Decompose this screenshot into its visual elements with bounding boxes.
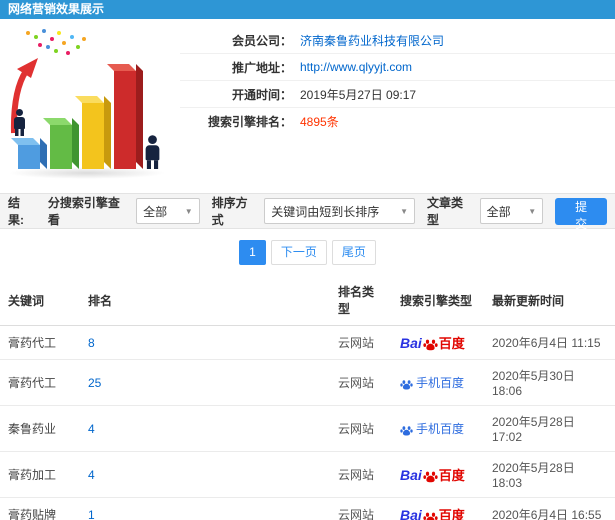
- keyword-cell: 膏药贴牌: [0, 497, 80, 520]
- chart-bar-green: [50, 125, 72, 169]
- engine-rank-row: 搜索引擎排名： 4895条: [180, 108, 615, 135]
- mobile-baidu-label: 手机百度: [400, 376, 464, 390]
- result-label: 结果:: [8, 196, 24, 227]
- filter-bar: 结果: 分搜索引擎查看 全部 ▼ 排序方式 关键词由短到长排序 ▼ 文章类型 全…: [0, 193, 615, 231]
- confetti-dots: [26, 31, 30, 35]
- type-filter-value: 全部: [486, 204, 511, 219]
- chevron-down-icon: ▼: [400, 206, 409, 216]
- mobile-baidu-label: 手机百度: [400, 422, 464, 436]
- paw-icon: [423, 337, 438, 352]
- engine-rank-label: 搜索引擎排名：: [207, 115, 292, 129]
- updated-cell: 2020年5月30日 18:06: [484, 359, 615, 407]
- table-row: 膏药贴牌 1 云网站 Bai 百度 2020年6月4日 16:55: [0, 497, 615, 520]
- baidu-logo: Bai 百度: [400, 335, 465, 352]
- rank-type-cell: 云网站: [330, 325, 392, 361]
- company-row: 会员公司： 济南秦鲁药业科技有限公司: [180, 27, 615, 54]
- pagination: 1 下一页 尾页: [0, 229, 615, 275]
- rank-type-cell: 云网站: [330, 451, 392, 499]
- rank-type-cell: 云网站: [330, 497, 392, 520]
- sort-filter-value: 关键词由短到长排序: [271, 204, 380, 219]
- rank-link[interactable]: 8: [88, 336, 95, 350]
- type-filter-select[interactable]: 全部 ▼: [479, 198, 544, 224]
- chevron-down-icon: ▼: [184, 206, 193, 216]
- paw-icon: [423, 469, 438, 484]
- rank-link[interactable]: 25: [88, 376, 101, 390]
- open-time-value: 2019年5月27日 09:17: [300, 87, 417, 102]
- last-page-button[interactable]: 尾页: [331, 240, 376, 265]
- site-label: 推广地址：: [231, 60, 292, 75]
- table-row: 膏药代工 8 云网站 Bai 百度 2020年6月4日 11:15: [0, 325, 615, 361]
- table-row: 膏药加工 4 云网站 Bai 百度 2020年5月28日 18:03: [0, 451, 615, 499]
- updated-cell: 2020年6月4日 16:55: [484, 497, 615, 520]
- header-engine-type: 搜索引擎类型: [392, 275, 484, 326]
- table-row: 膏药代工 25 云网站 手机百度 2020年5月30日 18:06: [0, 359, 615, 407]
- engine-filter-label: 分搜索引擎查看: [47, 196, 120, 227]
- member-info-panel: 会员公司： 济南秦鲁药业科技有限公司 推广地址： http://www.qlyy…: [0, 19, 615, 193]
- rank-link[interactable]: 1: [88, 508, 95, 520]
- engine-rank-count: 4895条: [300, 115, 339, 129]
- updated-cell: 2020年5月28日 18:03: [484, 451, 615, 499]
- rank-link[interactable]: 4: [88, 468, 95, 482]
- header-rank-type: 排名类型: [330, 275, 392, 326]
- keyword-cell: 膏药代工: [0, 325, 80, 361]
- header-rank: 排名: [80, 275, 330, 326]
- person-figure-left: [14, 109, 25, 136]
- chart-bar-red: [114, 71, 136, 169]
- site-row: 推广地址： http://www.qlyyjt.com: [180, 54, 615, 81]
- rank-link[interactable]: 4: [88, 422, 95, 436]
- site-link[interactable]: http://www.qlyyjt.com: [300, 60, 412, 74]
- chart-bar-blue: [18, 145, 40, 169]
- chart-bar-yellow: [82, 103, 104, 169]
- sort-filter-select[interactable]: 关键词由短到长排序 ▼: [264, 198, 416, 224]
- company-link[interactable]: 济南秦鲁药业科技有限公司: [300, 32, 444, 49]
- keyword-rank-table: 关键词 排名 排名类型 搜索引擎类型 最新更新时间 膏药代工 8 云网站 Bai…: [0, 275, 615, 520]
- table-row: 秦鲁药业 4 云网站 手机百度 2020年5月28日 17:02: [0, 405, 615, 453]
- engine-filter-value: 全部: [143, 204, 168, 219]
- type-filter-label: 文章类型: [427, 196, 464, 227]
- sort-filter-label: 排序方式: [211, 196, 248, 227]
- updated-cell: 2020年6月4日 11:15: [484, 325, 615, 361]
- open-time-row: 开通时间： 2019年5月27日 09:17: [180, 81, 615, 108]
- engine-filter-select[interactable]: 全部 ▼: [136, 198, 200, 224]
- keyword-cell: 秦鲁药业: [0, 405, 80, 453]
- rank-type-cell: 云网站: [330, 405, 392, 453]
- company-label: 会员公司：: [231, 33, 292, 48]
- paw-icon: [400, 424, 413, 437]
- paw-icon: [400, 378, 413, 391]
- open-time-label: 开通时间：: [231, 87, 292, 102]
- next-page-button[interactable]: 下一页: [270, 240, 327, 265]
- rank-type-cell: 云网站: [330, 359, 392, 407]
- paw-icon: [423, 510, 438, 520]
- keyword-cell: 膏药代工: [0, 359, 80, 407]
- person-figure-right: [145, 135, 160, 169]
- header-updated: 最新更新时间: [484, 275, 615, 326]
- baidu-logo: Bai 百度: [400, 467, 465, 484]
- page-1-button[interactable]: 1: [239, 240, 266, 265]
- table-header-row: 关键词 排名 排名类型 搜索引擎类型 最新更新时间: [0, 275, 615, 326]
- baidu-logo: Bai 百度: [400, 507, 465, 520]
- submit-button[interactable]: 提交: [555, 197, 608, 231]
- page-title: 网络营销效果展示: [0, 0, 615, 19]
- bar-chart-illustration: [6, 27, 171, 185]
- updated-cell: 2020年5月28日 17:02: [484, 405, 615, 453]
- header-keyword: 关键词: [0, 275, 80, 326]
- chevron-down-icon: ▼: [528, 206, 537, 216]
- keyword-cell: 膏药加工: [0, 451, 80, 499]
